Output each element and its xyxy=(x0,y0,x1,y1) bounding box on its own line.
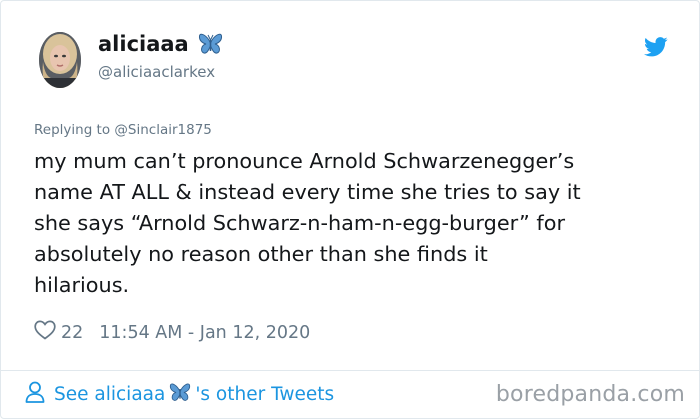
butterfly-icon xyxy=(169,382,191,408)
see-other-tweets-link[interactable]: See aliciaaa 's other Tweets xyxy=(25,381,334,408)
twitter-bird-icon[interactable] xyxy=(644,37,668,57)
heart-icon[interactable] xyxy=(34,320,56,345)
butterfly-icon xyxy=(198,32,223,56)
tweet-timestamp[interactable]: 11:54 AM - Jan 12, 2020 xyxy=(99,323,310,343)
tweet-meta: 22 11:54 AM - Jan 12, 2020 xyxy=(34,320,310,345)
watermark: boredpanda.com xyxy=(495,382,685,407)
display-name[interactable]: aliciaaa xyxy=(98,32,223,56)
person-icon xyxy=(25,381,45,408)
divider xyxy=(1,370,699,371)
avatar[interactable] xyxy=(39,32,81,88)
like-count[interactable]: 22 xyxy=(61,323,83,343)
user-handle[interactable]: @aliciaaclarkex xyxy=(98,63,215,81)
reply-context[interactable]: Replying to @Sinclair1875 xyxy=(34,122,212,138)
tweet-text: my mum can’t pronounce Arnold Schwarzene… xyxy=(34,149,581,297)
see-other-suffix: 's other Tweets xyxy=(195,384,335,405)
see-other-prefix: See aliciaaa xyxy=(54,384,166,405)
tweet-card: aliciaaa @aliciaaclarkex Replying to @Si… xyxy=(0,0,700,419)
display-name-text: aliciaaa xyxy=(98,32,189,56)
